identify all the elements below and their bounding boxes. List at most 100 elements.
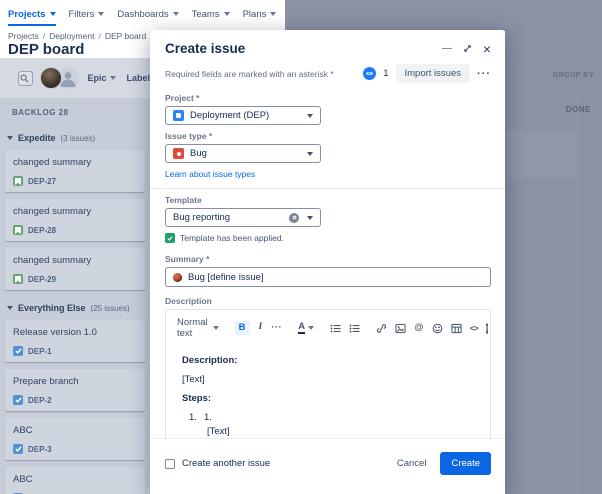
minimize-icon[interactable]: — xyxy=(442,43,452,54)
swimlane-expedite[interactable]: Expedite (3 issues) xyxy=(5,127,145,150)
template-select[interactable]: Bug reporting xyxy=(165,208,321,227)
list-text: 1. xyxy=(203,412,212,423)
story-icon xyxy=(13,176,23,186)
nav-item-teams[interactable]: Teams xyxy=(192,9,230,20)
modal-footer: Create another issue Cancel Create xyxy=(150,438,505,494)
clear-template-icon[interactable] xyxy=(289,212,299,223)
chevron-down-icon xyxy=(49,12,56,16)
text-color-button[interactable]: A xyxy=(298,322,315,335)
chevron-down-icon xyxy=(223,12,230,16)
modal-body: Project * Deployment (DEP) Issue type * … xyxy=(150,93,505,469)
task-icon xyxy=(13,444,23,454)
board-toolbar: Epic Label xyxy=(0,58,150,98)
expand-icon[interactable] xyxy=(463,44,472,53)
template-select-value: Bug reporting xyxy=(173,212,231,223)
label-filter-dropdown[interactable]: Label xyxy=(126,73,150,83)
card-key: DEP-1 xyxy=(28,346,52,356)
swimlane-title: Everything Else xyxy=(18,303,86,313)
breadcrumb-deployment[interactable]: Deployment xyxy=(49,31,94,41)
nav-item-label: Teams xyxy=(191,8,220,20)
card-key: DEP-2 xyxy=(28,395,52,405)
summary-field-label: Summary * xyxy=(165,254,210,264)
breadcrumb-projects[interactable]: Projects xyxy=(8,31,39,41)
nav-item-projects[interactable]: Projects xyxy=(8,8,56,26)
issue-card[interactable]: changed summary DEP-28 xyxy=(5,199,145,241)
image-icon[interactable] xyxy=(395,323,406,334)
more-actions-icon[interactable]: ··· xyxy=(477,68,491,80)
link-icon[interactable] xyxy=(376,323,387,334)
done-column-header: DONE xyxy=(565,105,591,114)
chevron-down-icon xyxy=(7,306,13,310)
project-field-label: Project * xyxy=(165,93,200,103)
modal-title: Create issue xyxy=(165,41,246,56)
breadcrumb-dep-board[interactable]: DEP board xyxy=(105,31,146,41)
success-check-icon xyxy=(165,233,175,243)
nav-item-filters[interactable]: Filters xyxy=(69,9,105,20)
info-panel-icon[interactable]: ! xyxy=(485,322,489,334)
required-fields-note: Required fields are marked with an aster… xyxy=(165,68,334,79)
issue-card[interactable]: Release version 1.0 DEP-1 xyxy=(5,320,145,362)
code-block-icon[interactable]: <> xyxy=(470,324,479,333)
chevron-down-icon xyxy=(7,136,13,140)
issue-card[interactable]: changed summary DEP-29 xyxy=(5,248,145,290)
bold-button[interactable]: B xyxy=(234,321,250,335)
emoji-icon[interactable] xyxy=(432,323,443,334)
editor-toolbar: Normal text B I ··· A @ <> ! xyxy=(166,310,490,343)
card-title: changed summary xyxy=(13,255,92,266)
issue-card[interactable]: ABC DEP-4 xyxy=(5,467,145,494)
cancel-button[interactable]: Cancel xyxy=(397,458,427,469)
steps-list-continuation: [Text] xyxy=(207,426,230,437)
description-heading: Description: xyxy=(182,355,238,366)
issue-card[interactable]: ABC DEP-3 xyxy=(5,418,145,460)
bug-type-icon xyxy=(173,148,184,159)
issue-card[interactable]: Prepare branch DEP-2 xyxy=(5,369,145,411)
chevron-down-icon xyxy=(172,12,179,16)
text-style-value: Normal text xyxy=(177,317,208,339)
modal-subheader: Required fields are marked with an aster… xyxy=(150,58,505,91)
chevron-down-icon xyxy=(308,326,315,330)
search-input[interactable] xyxy=(18,70,34,86)
swimlane-everything-else[interactable]: Everything Else (25 issues) xyxy=(5,297,145,320)
project-select-value: Deployment (DEP) xyxy=(190,110,270,121)
close-icon[interactable]: × xyxy=(483,42,491,56)
create-another-checkbox-row[interactable]: Create another issue xyxy=(165,458,270,469)
import-issues-button[interactable]: Import issues xyxy=(395,64,470,83)
create-issue-modal: Create issue — × Required fields are mar… xyxy=(150,30,505,494)
project-avatar-icon xyxy=(173,110,184,121)
checkbox[interactable] xyxy=(165,458,175,469)
project-select[interactable]: Deployment (DEP) xyxy=(165,106,321,125)
bullet-list-icon[interactable] xyxy=(330,323,341,334)
section-divider xyxy=(150,188,505,189)
chevron-down-icon xyxy=(98,12,105,16)
task-icon xyxy=(13,395,23,405)
learn-about-issue-types-link[interactable]: Learn about issue types xyxy=(165,169,255,179)
nav-item-dashboards[interactable]: Dashboards xyxy=(117,8,179,20)
nav-item-plans[interactable]: Plans xyxy=(243,9,277,20)
template-field-label: Template xyxy=(165,195,202,205)
table-icon[interactable] xyxy=(451,323,462,334)
summary-input[interactable]: Bug [define issue] xyxy=(165,267,491,287)
mention-icon[interactable]: @ xyxy=(414,323,424,333)
more-formatting-icon[interactable]: ··· xyxy=(271,323,282,333)
create-button[interactable]: Create xyxy=(440,452,491,475)
nav-item-label: Projects xyxy=(8,8,46,20)
chevron-down-icon xyxy=(212,326,219,330)
text-style-dropdown[interactable]: Normal text xyxy=(177,317,219,339)
text-color-glyph: A xyxy=(298,322,306,335)
description-field-label: Description xyxy=(165,296,212,306)
modal-header: Create issue — × xyxy=(150,30,505,58)
story-icon xyxy=(13,274,23,284)
issue-card[interactable]: changed summary DEP-27 xyxy=(5,150,145,192)
numbered-list-icon[interactable] xyxy=(349,323,360,334)
dimmed-card xyxy=(506,130,576,178)
nav-item-label: Dashboards xyxy=(117,8,169,20)
chevron-down-icon xyxy=(307,151,313,156)
epic-filter-label: Epic xyxy=(87,73,107,83)
summary-input-value: Bug [define issue] xyxy=(188,271,264,283)
epic-filter-dropdown[interactable]: Epic xyxy=(87,73,117,83)
app-window: Projects Filters Dashboards Teams Plans … xyxy=(0,0,602,494)
italic-button[interactable]: I xyxy=(258,323,264,333)
watchers-eye-icon[interactable] xyxy=(363,67,377,80)
swimlane-count: (3 issues) xyxy=(60,133,96,143)
issue-type-select[interactable]: Bug xyxy=(165,144,321,163)
